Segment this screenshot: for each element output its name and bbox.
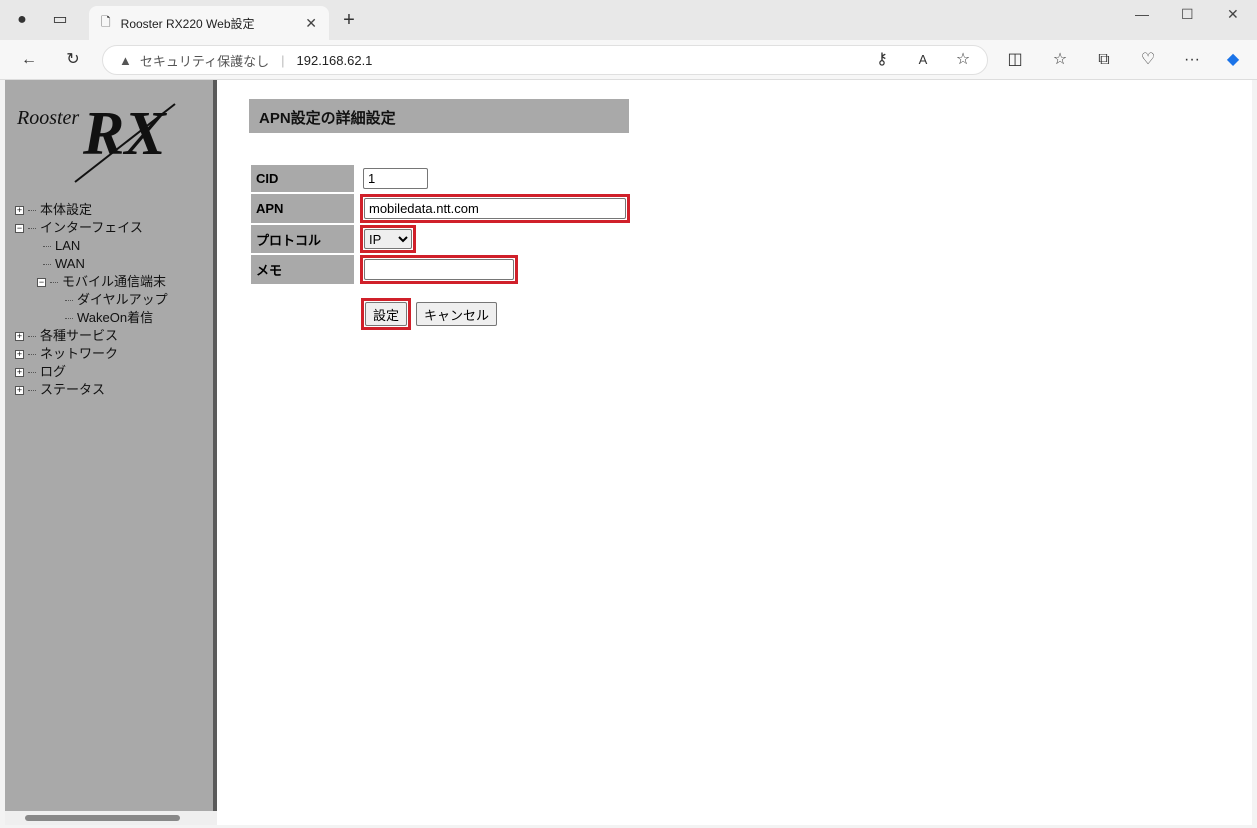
browser-tab[interactable]: 🗋 Rooster RX220 Web設定 ✕ <box>89 6 329 40</box>
nav-item-mobile[interactable]: − モバイル通信端末 <box>15 273 168 291</box>
close-tab-icon[interactable]: ✕ <box>305 15 317 32</box>
read-aloud-icon[interactable]: A <box>911 50 935 70</box>
split-screen-icon[interactable]: ◫ <box>1003 50 1027 70</box>
close-window-icon[interactable]: ✕ <box>1227 6 1239 23</box>
divider: | <box>281 52 285 68</box>
new-tab-icon[interactable]: + <box>337 10 361 30</box>
sidebar: Rooster RX + 本体設定 − インターフェイス LAN WAN − モバイル… <box>5 80 217 825</box>
scrollbar-thumb[interactable] <box>25 815 180 821</box>
nav-item-services[interactable]: + 各種サービス <box>15 327 168 345</box>
maximize-icon[interactable]: ☐ <box>1181 6 1194 23</box>
key-icon[interactable]: ⚷ <box>870 50 894 70</box>
expand-icon[interactable]: + <box>15 385 24 395</box>
address-bar[interactable]: ▲ セキュリティ保護なし | 192.168.62.1 <box>102 45 988 75</box>
expand-icon[interactable]: + <box>15 205 24 215</box>
collapse-icon[interactable]: − <box>15 223 24 233</box>
address-toolbar: ← ↻ ▲ セキュリティ保護なし | 192.168.62.1 ⚷ A ☆ ◫ … <box>0 40 1257 80</box>
nav-item-dialup[interactable]: ダイヤルアップ <box>15 291 168 309</box>
security-label: セキュリティ保護なし <box>139 53 270 69</box>
protocol-select[interactable]: IP <box>364 229 412 249</box>
apn-label: APN <box>251 194 354 223</box>
tab-title: Rooster RX220 Web設定 <box>120 16 255 31</box>
submit-button[interactable]: 設定 <box>365 302 408 326</box>
protocol-label: プロトコル <box>251 225 354 253</box>
apn-input[interactable] <box>364 198 626 219</box>
nav-item-interface[interactable]: − インターフェイス <box>15 219 168 237</box>
back-icon[interactable]: ← <box>17 50 41 70</box>
apn-form: CID APN プロトコル IP メモ <box>249 163 632 286</box>
nav-item-lan[interactable]: LAN <box>15 237 168 255</box>
cid-input[interactable] <box>363 168 428 189</box>
web-page: Rooster RX + 本体設定 − インターフェイス LAN WAN − モバイル… <box>5 80 1252 825</box>
memo-label: メモ <box>251 255 354 284</box>
rooster-rx-logo: Rooster RX <box>16 100 176 183</box>
warning-icon: ▲ <box>119 52 132 68</box>
svg-text:Rooster: Rooster <box>16 107 79 129</box>
svg-text:RX: RX <box>82 100 167 168</box>
page-title: APN設定の詳細設定 <box>249 99 629 133</box>
cid-label: CID <box>251 165 354 192</box>
nav-item-main-settings[interactable]: + 本体設定 <box>15 201 168 219</box>
nav-item-status[interactable]: + ステータス <box>15 381 168 399</box>
tab-actions-icon[interactable]: ▭ <box>48 10 72 30</box>
refresh-icon[interactable]: ↻ <box>61 50 85 70</box>
collections-icon[interactable]: ⧉ <box>1092 50 1116 70</box>
page-icon: 🗋 <box>101 14 111 29</box>
nav-item-network[interactable]: + ネットワーク <box>15 345 168 363</box>
nav-item-wan[interactable]: WAN <box>15 255 168 273</box>
copilot-icon[interactable]: ◆ <box>1221 50 1245 70</box>
memo-input[interactable] <box>364 259 514 280</box>
favorites-icon[interactable]: ☆ <box>1048 50 1072 70</box>
expand-icon[interactable]: + <box>15 331 24 341</box>
tab-bar: ● ▭ 🗋 Rooster RX220 Web設定 ✕ + — ☐ ✕ <box>0 0 1257 40</box>
health-icon[interactable]: ♡ <box>1136 50 1160 70</box>
expand-icon[interactable]: + <box>15 367 24 377</box>
nav-item-log[interactable]: + ログ <box>15 363 168 381</box>
nav-item-wakeon[interactable]: WakeOn着信 <box>15 309 168 327</box>
minimize-icon[interactable]: — <box>1135 6 1149 22</box>
horizontal-scrollbar[interactable] <box>5 811 217 825</box>
collapse-icon[interactable]: − <box>37 277 46 287</box>
nav-tree: + 本体設定 − インターフェイス LAN WAN − モバイル通信端末 ダイヤルアッ… <box>15 201 168 399</box>
more-icon[interactable]: ··· <box>1180 50 1204 70</box>
expand-icon[interactable]: + <box>15 349 24 359</box>
url-text: 192.168.62.1 <box>296 52 373 68</box>
profile-icon[interactable]: ● <box>10 10 34 30</box>
favorite-star-icon[interactable]: ☆ <box>951 50 975 70</box>
main-content: APN設定の詳細設定 CID APN プロトコル IP メモ 設定 キャンセル <box>249 99 632 330</box>
cancel-button[interactable]: キャンセル <box>416 302 498 326</box>
